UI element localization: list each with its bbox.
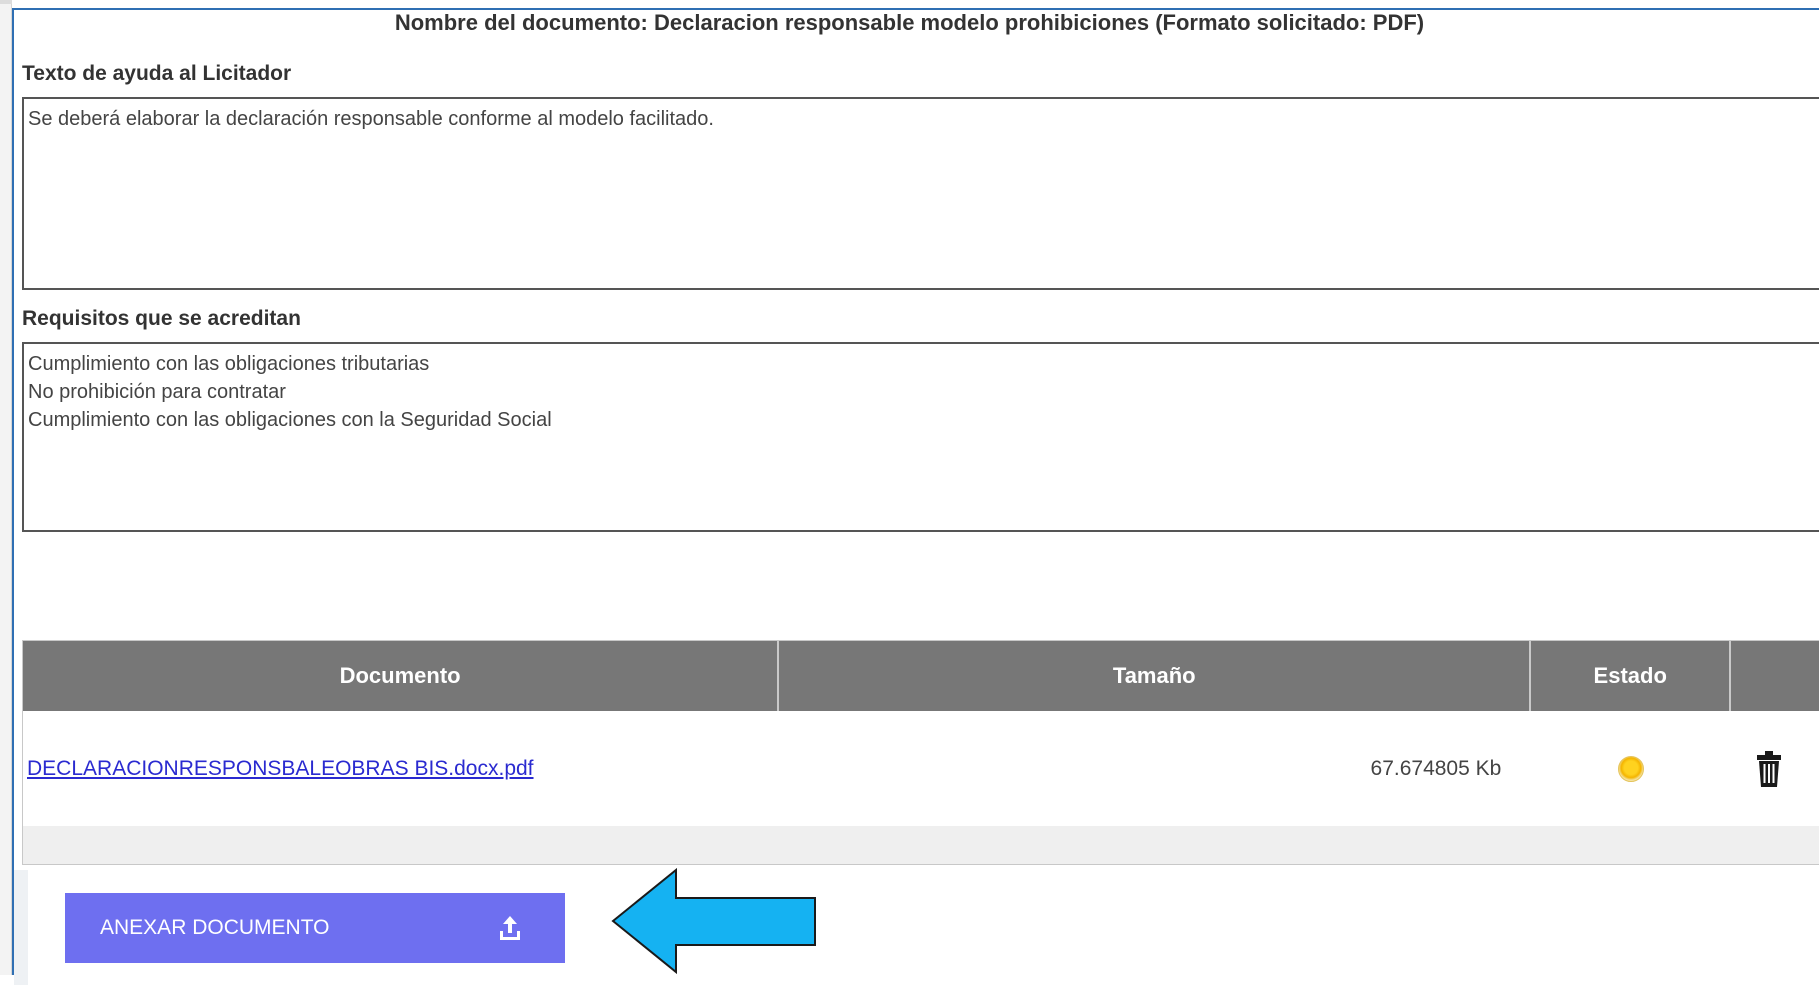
requirements-label: Requisitos que se acreditan [22, 307, 301, 330]
header-actions [1731, 641, 1819, 711]
attach-document-button[interactable]: ANEXAR DOCUMENTO [65, 893, 565, 963]
attach-button-label: ANEXAR DOCUMENTO [100, 916, 330, 939]
left-strip-marker [0, 0, 12, 4]
header-estado[interactable]: Estado [1531, 641, 1732, 711]
help-text-label: Texto de ayuda al Licitador [22, 62, 292, 85]
document-title: Nombre del documento: Declaracion respon… [394, 10, 1425, 35]
document-cell: DECLARACIONRESPONSBALEOBRAS BIS.docx.pdf [23, 711, 779, 826]
left-scroll-strip [0, 0, 12, 975]
left-arrow-icon [610, 867, 820, 980]
actions-cell [1731, 711, 1819, 826]
table-header-row: Documento Tamaño Estado [23, 641, 1819, 711]
size-cell: 67.674805 Kb [1370, 756, 1502, 780]
table-row: DECLARACIONRESPONSBALEOBRAS BIS.docx.pdf… [23, 711, 1819, 826]
status-cell [1531, 711, 1731, 826]
status-yellow-circle-icon [1618, 755, 1645, 782]
upload-icon [499, 914, 559, 942]
requirements-box: Cumplimiento con las obligaciones tribut… [22, 342, 1819, 532]
documents-table: Documento Tamaño Estado DECLARACIONRESPO… [22, 640, 1819, 865]
help-text-box: Se deberá elaborar la declaración respon… [22, 97, 1819, 290]
document-link[interactable]: DECLARACIONRESPONSBALEOBRAS BIS.docx.pdf [27, 757, 534, 781]
header-tamano[interactable]: Tamaño [779, 641, 1532, 711]
trash-icon[interactable] [1757, 750, 1782, 787]
header-documento[interactable]: Documento [23, 641, 780, 711]
panel-bottom-left-shade [14, 870, 28, 985]
